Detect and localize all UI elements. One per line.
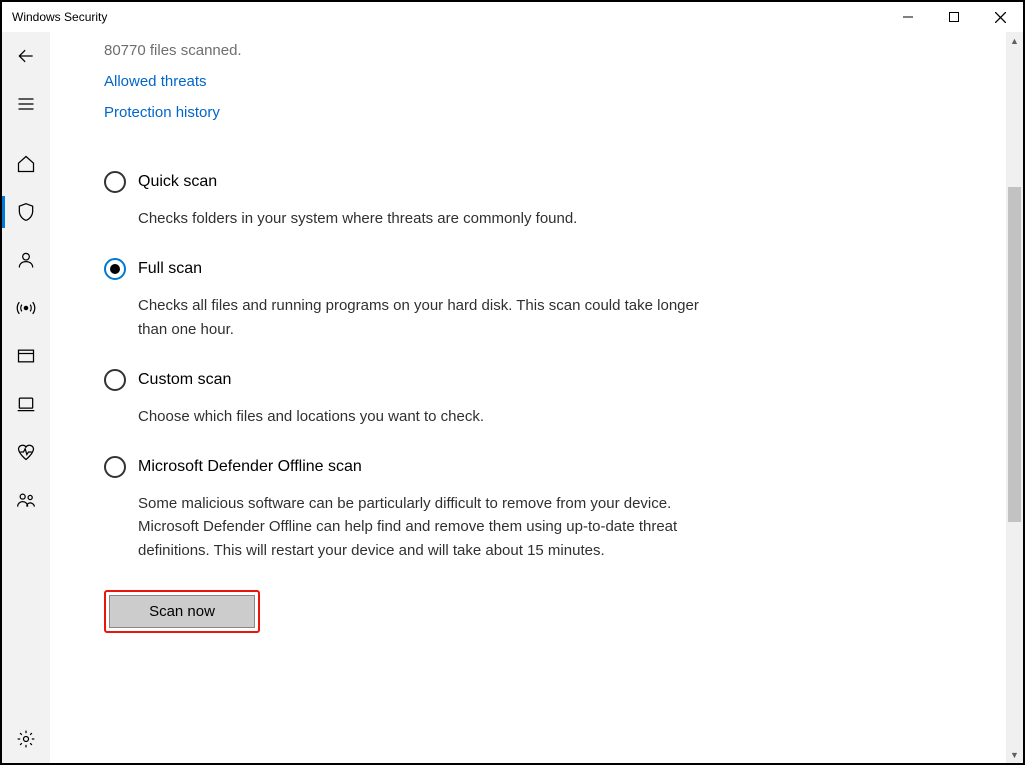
device-health-nav[interactable] [2,428,50,476]
vertical-scrollbar[interactable]: ▲ ▼ [1006,32,1023,763]
sidebar [2,32,50,763]
option-desc: Checks folders in your system where thre… [138,207,709,230]
window-title: Windows Security [12,10,107,24]
back-button[interactable] [2,32,50,80]
device-security-nav[interactable] [2,380,50,428]
option-desc: Choose which files and locations you wan… [138,405,709,428]
maximize-button[interactable] [931,2,977,32]
option-desc: Checks all files and running programs on… [138,294,709,341]
close-button[interactable] [977,2,1023,32]
scroll-down-icon[interactable]: ▼ [1006,746,1023,763]
allowed-threats-link[interactable]: Allowed threats [104,73,923,90]
files-scanned-text: 80770 files scanned. [104,42,923,59]
account-protection-nav[interactable] [2,236,50,284]
protection-history-link[interactable]: Protection history [104,104,923,121]
family-nav[interactable] [2,476,50,524]
option-desc: Some malicious software can be particula… [138,492,709,562]
radio-quick-scan[interactable] [104,171,126,193]
main-content: 80770 files scanned. Allowed threats Pro… [50,32,1023,763]
app-browser-nav[interactable] [2,332,50,380]
radio-offline-scan[interactable] [104,456,126,478]
option-full-scan[interactable]: Full scan Checks all files and running p… [104,258,709,341]
scroll-thumb[interactable] [1008,187,1021,522]
scan-now-button[interactable]: Scan now [109,595,255,628]
menu-button[interactable] [2,80,50,128]
scroll-up-icon[interactable]: ▲ [1006,32,1023,49]
option-title: Quick scan [138,173,217,191]
radio-custom-scan[interactable] [104,369,126,391]
minimize-button[interactable] [885,2,931,32]
option-offline-scan[interactable]: Microsoft Defender Offline scan Some mal… [104,456,709,562]
scan-now-highlight: Scan now [104,590,260,633]
option-title: Microsoft Defender Offline scan [138,458,362,476]
window-controls [885,2,1023,32]
titlebar: Windows Security [2,2,1023,32]
home-nav[interactable] [2,140,50,188]
option-title: Custom scan [138,371,231,389]
virus-protection-nav[interactable] [2,188,50,236]
option-title: Full scan [138,260,202,278]
firewall-nav[interactable] [2,284,50,332]
radio-full-scan[interactable] [104,258,126,280]
option-custom-scan[interactable]: Custom scan Choose which files and locat… [104,369,709,428]
option-quick-scan[interactable]: Quick scan Checks folders in your system… [104,171,709,230]
settings-nav[interactable] [2,715,50,763]
